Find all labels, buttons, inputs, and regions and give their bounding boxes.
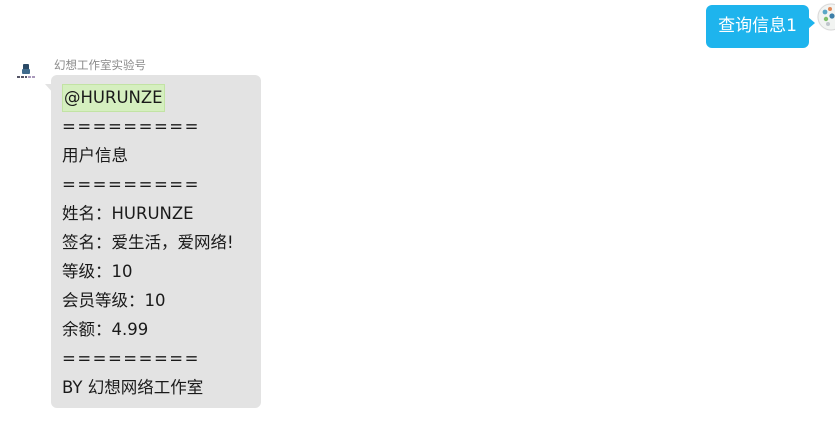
separator-line: ========= [62,117,200,136]
separator-line: ========= [62,349,200,368]
info-name: 姓名：HURUNZE [62,204,194,223]
bot-avatar-icon[interactable] [14,62,38,84]
info-level: 等级：10 [62,262,133,281]
outgoing-message-text: 查询信息1 [718,16,797,36]
chat-area: 查询信息1 幻想工作室实验号 @HURUNZE ========= 用户信息 =… [0,0,835,422]
incoming-message-bubble[interactable]: @HURUNZE ========= 用户信息 ========= 姓名：HUR… [51,75,261,408]
mention-line: @HURUNZE [62,83,250,112]
sender-name: 幻想工作室实验号 [54,58,146,72]
separator-line: ========= [62,175,200,194]
self-avatar-icon[interactable] [817,3,835,31]
info-footer: BY 幻想网络工作室 [62,378,204,397]
info-balance: 余额：4.99 [62,320,149,339]
info-title: 用户信息 [62,146,128,165]
user-mention[interactable]: @HURUNZE [62,84,165,112]
info-signature: 签名：爱生活，爱网络! [62,233,234,252]
info-vip-level: 会员等级：10 [62,291,166,310]
outgoing-message-bubble[interactable]: 查询信息1 [706,5,809,48]
outgoing-bubble-tail [808,17,815,29]
